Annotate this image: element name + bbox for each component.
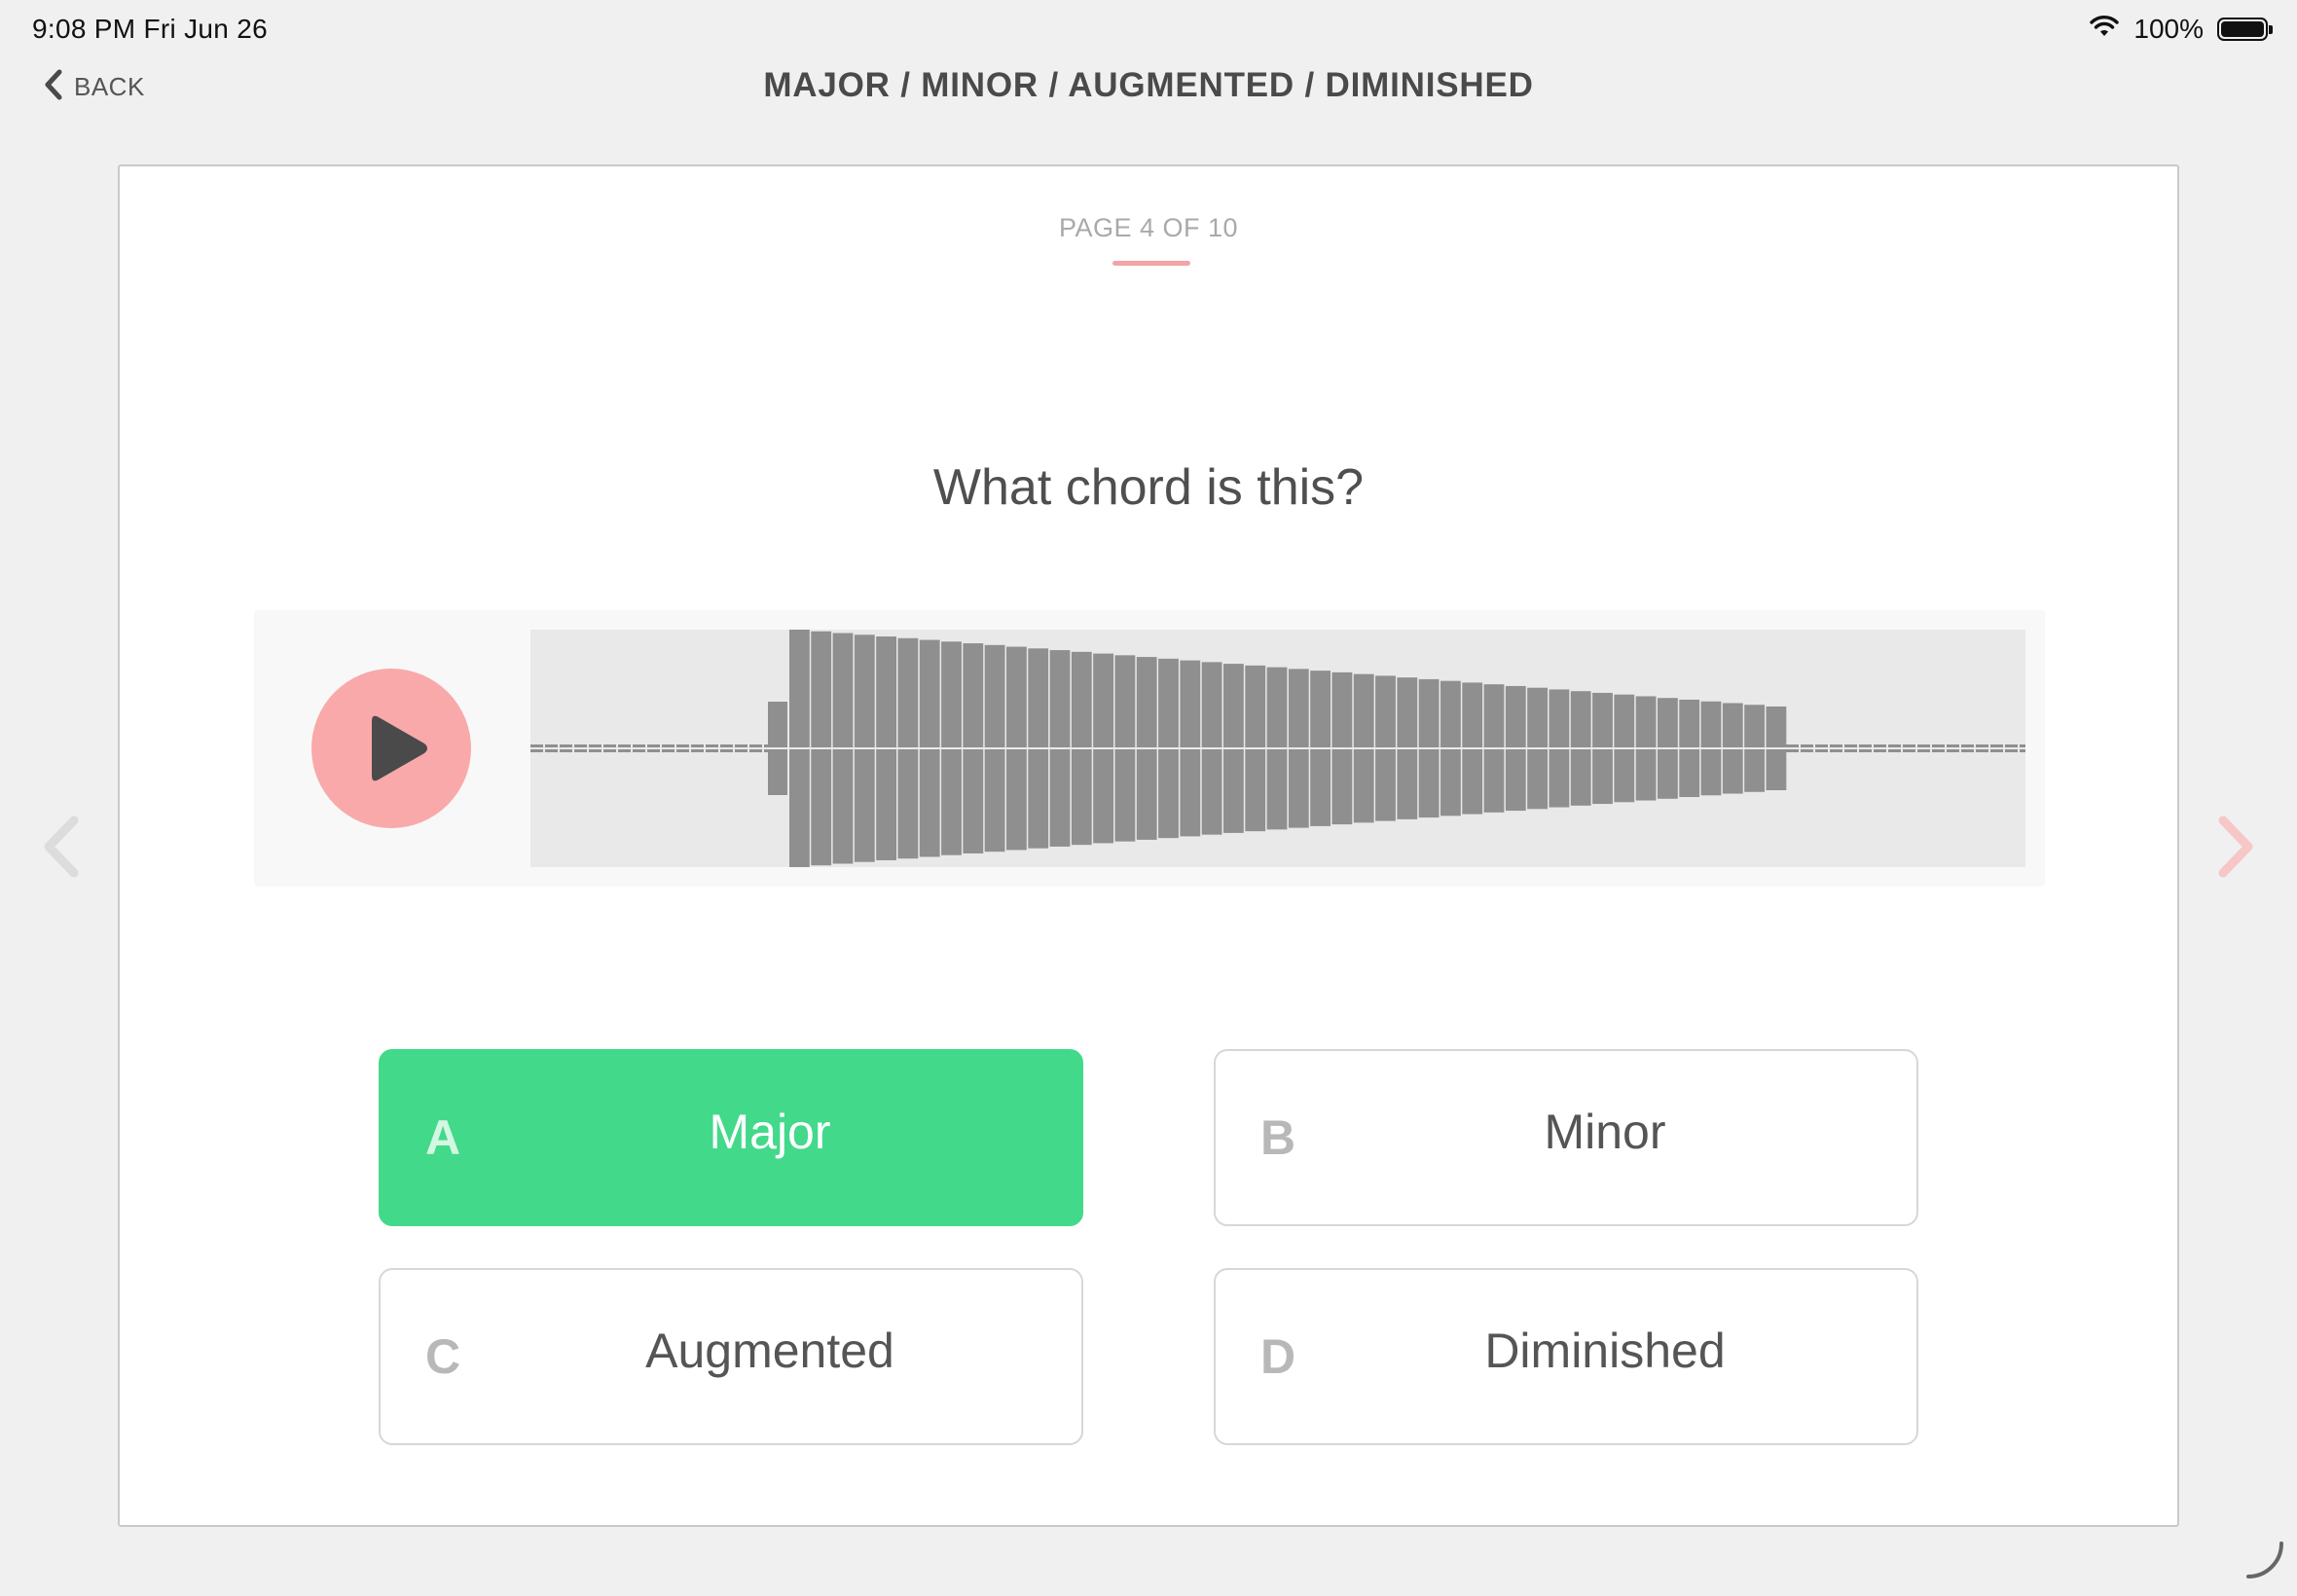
answer-option-c[interactable]: C Augmented	[379, 1268, 1083, 1445]
play-icon	[372, 715, 427, 781]
chevron-left-icon	[44, 816, 79, 878]
answer-option-d[interactable]: D Diminished	[1214, 1268, 1918, 1445]
play-button[interactable]	[311, 669, 471, 828]
quiz-card: PAGE 4 OF 10 What chord is this? A Major…	[118, 164, 2179, 1527]
loading-indicator	[2239, 1538, 2287, 1586]
nav-bar: BACK MAJOR / MINOR / AUGMENTED / DIMINIS…	[0, 58, 2297, 123]
wifi-icon	[2089, 14, 2120, 45]
status-bar: 9:08 PM Fri Jun 26 100%	[0, 0, 2297, 58]
question-text: What chord is this?	[932, 459, 1365, 516]
page-indicator: PAGE 4 OF 10	[1058, 213, 1239, 242]
audio-player	[254, 610, 2045, 887]
chevron-right-icon	[2218, 816, 2253, 878]
waveform[interactable]	[530, 630, 2032, 867]
answer-label: Major	[709, 1105, 831, 1159]
status-time: 9:08 PM Fri Jun 26	[32, 14, 268, 44]
answer-label: Diminished	[1484, 1324, 1726, 1378]
answer-option-a[interactable]: A Major	[379, 1049, 1083, 1226]
status-indicators: 100%	[2089, 14, 2273, 45]
answer-label: Minor	[1544, 1105, 1666, 1159]
answer-option-b[interactable]: B Minor	[1214, 1049, 1918, 1226]
battery-percent: 100%	[2133, 14, 2204, 44]
waveform-bars	[530, 630, 2032, 867]
previous-page-button[interactable]	[37, 813, 86, 881]
page-indicator-underline	[1112, 261, 1190, 266]
page-title: MAJOR / MINOR / AUGMENTED / DIMINISHED	[763, 66, 1534, 104]
answer-label: Augmented	[645, 1324, 894, 1378]
battery-icon	[2217, 18, 2273, 41]
next-page-button[interactable]	[2211, 813, 2260, 881]
